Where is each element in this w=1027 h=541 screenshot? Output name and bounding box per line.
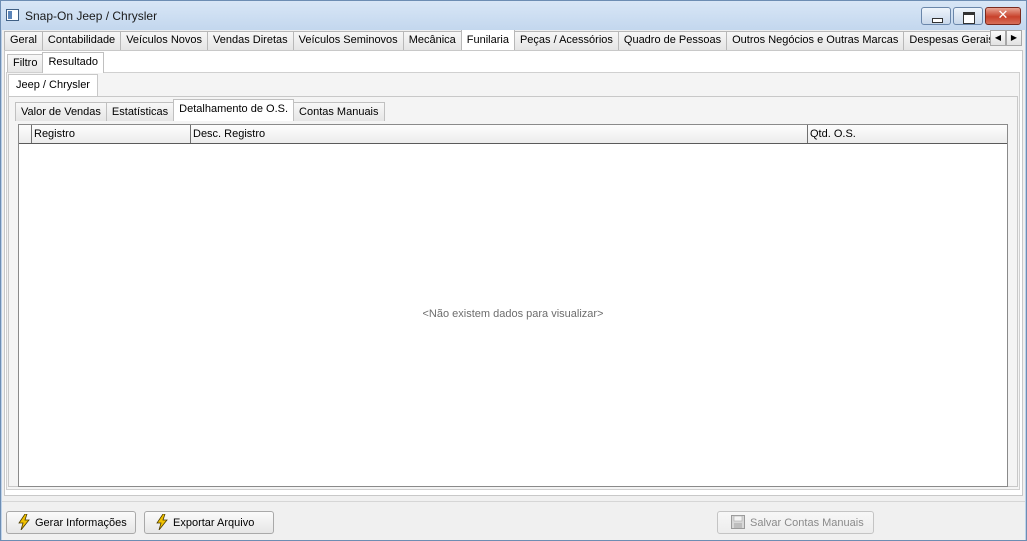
tab-veiculos-novos[interactable]: Veículos Novos [120,31,209,50]
tab-vendas-diretas[interactable]: Vendas Diretas [207,31,294,50]
application-window: Snap-On Jeep / Chrysler ✕ Geral Contabili… [0,0,1027,541]
tab-mecanica[interactable]: Mecânica [402,31,462,50]
department-tab-strip: Geral Contabilidade Veículos Novos Vendas D… [4,30,990,50]
salvar-contas-manuais-button[interactable]: Salvar Contas Manuais [717,511,874,534]
tab-outros-negocios[interactable]: Outros Negócios e Outras Marcas [726,31,905,50]
tab-resultado[interactable]: Resultado [42,52,104,73]
tab-quadro-de-pessoas[interactable]: Quadro de Pessoas [617,31,728,50]
column-header-registro[interactable]: Registro [32,125,191,143]
client-area: Geral Contabilidade Veículos Novos Vendas D… [2,30,1025,540]
close-icon: ✕ [997,8,1009,23]
data-grid[interactable]: Registro Desc. Registro Qtd. O.S. <Não e… [18,124,1008,487]
report-tab-strip: Valor de Vendas Estatísticas Detalhamento … [15,99,385,121]
lightning-icon [156,514,168,530]
action-bar: Gerar Informações Exportar Arquivo Salva… [2,501,1025,540]
tab-contabilidade[interactable]: Contabilidade [41,31,122,50]
tab-contas-manuais[interactable]: Contas Manuais [293,102,385,121]
tab-valor-de-vendas[interactable]: Valor de Vendas [15,102,107,121]
exportar-arquivo-button[interactable]: Exportar Arquivo [144,511,274,534]
mode-tab-strip: Filtro Resultado [7,52,104,73]
gerar-informacoes-label: Gerar Informações [35,517,127,529]
maximize-button[interactable] [953,7,983,25]
tab-filtro[interactable]: Filtro [7,54,44,72]
minimize-button[interactable] [921,7,951,25]
close-button[interactable]: ✕ [985,7,1021,25]
tab-veiculos-seminovos[interactable]: Veículos Seminovos [292,31,404,50]
scroll-left-icon[interactable]: ◀ [990,30,1006,46]
column-header-desc-registro[interactable]: Desc. Registro [191,125,808,143]
grid-header: Registro Desc. Registro Qtd. O.S. [19,125,1007,144]
tab-pecas-acessorios[interactable]: Peças / Acessórios [513,31,619,50]
empty-grid-message: <Não existem dados para visualizar> [422,308,604,320]
salvar-contas-manuais-label: Salvar Contas Manuais [750,517,864,529]
tab-funilaria[interactable]: Funilaria [460,30,515,50]
app-icon[interactable] [6,9,19,21]
save-disk-icon [731,515,745,529]
title-bar[interactable]: Snap-On Jeep / Chrysler ✕ [1,1,1026,30]
tab-geral[interactable]: Geral [4,31,43,50]
tab-jeep-chrysler[interactable]: Jeep / Chrysler [8,74,98,96]
tab-despesas-gerais[interactable]: Despesas Gerais por D [903,31,990,50]
tab-estatisticas[interactable]: Estatísticas [105,102,175,121]
window-title: Snap-On Jeep / Chrysler [25,9,158,23]
tab-detalhamento-os[interactable]: Detalhamento de O.S. [173,99,295,121]
lightning-icon [18,514,30,530]
tab-scroll-arrows: ◀ ▶ [990,30,1022,48]
gerar-informacoes-button[interactable]: Gerar Informações [6,511,136,534]
column-header-qtd-os[interactable]: Qtd. O.S. [808,125,1007,143]
scroll-right-icon[interactable]: ▶ [1006,30,1022,46]
row-selector-header[interactable] [19,125,32,143]
exportar-arquivo-label: Exportar Arquivo [173,517,255,529]
